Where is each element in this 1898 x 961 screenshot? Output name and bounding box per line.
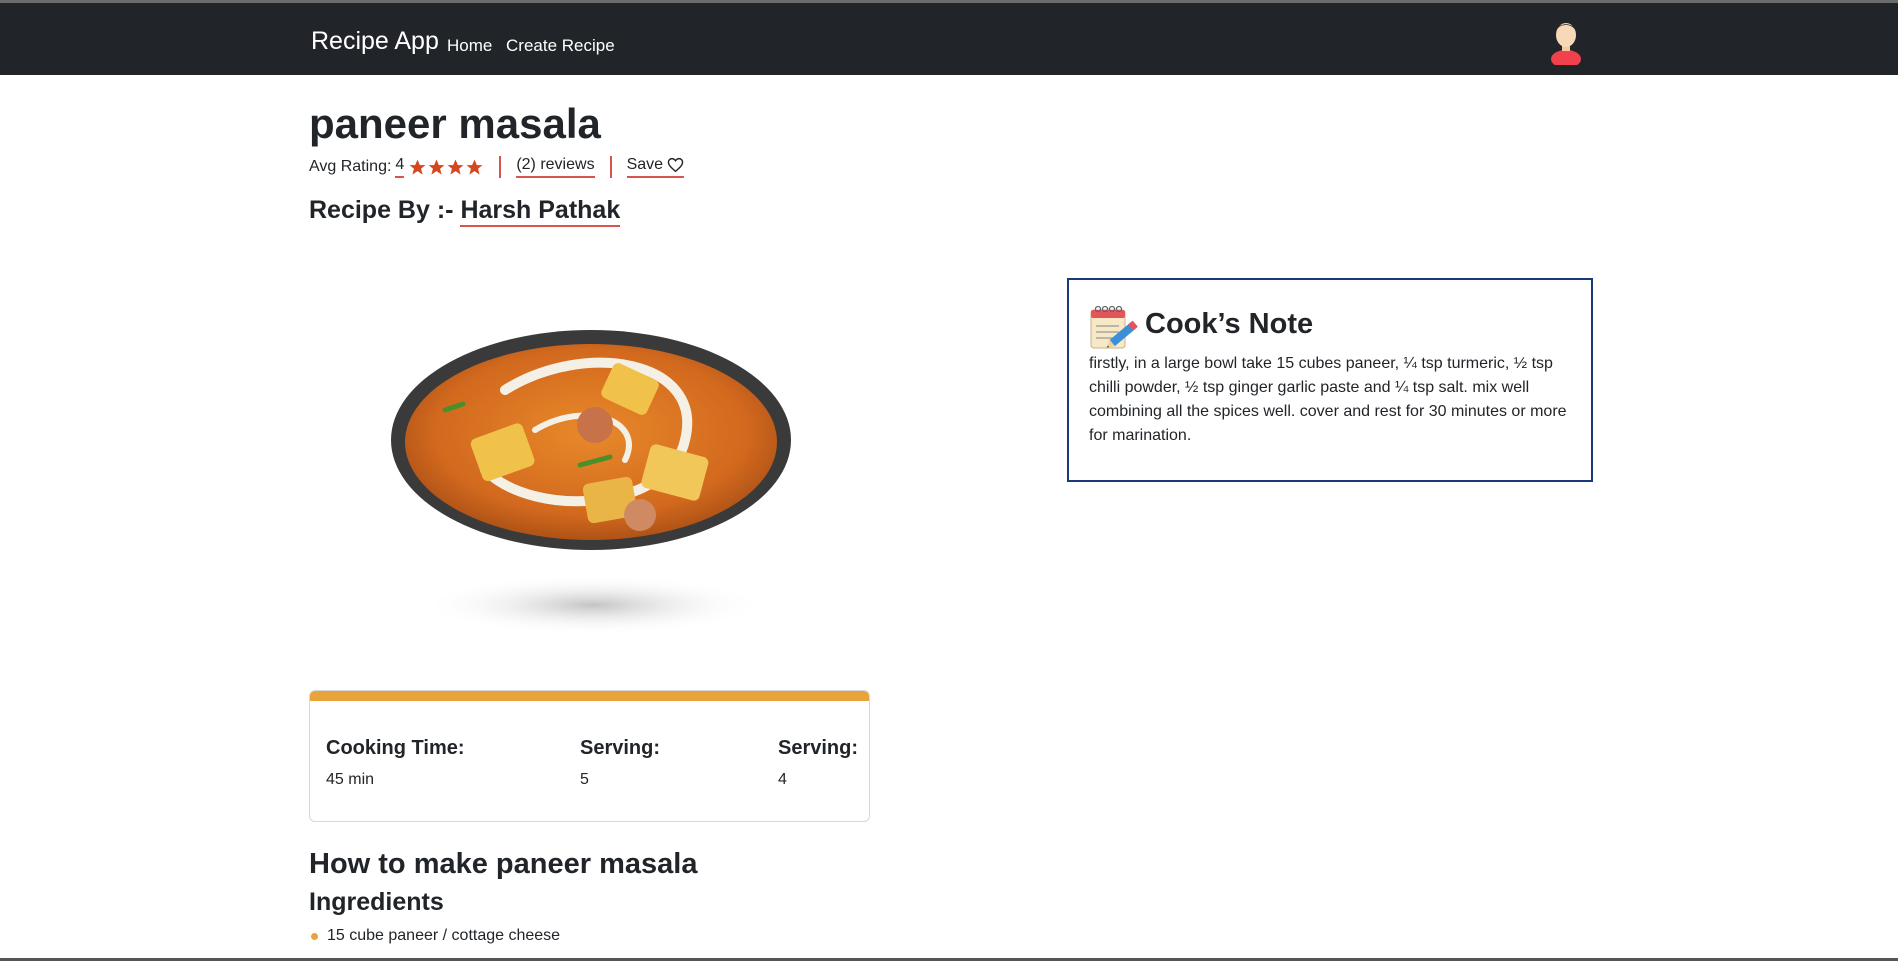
list-item: 15 cube paneer / cottage cheese [311, 925, 560, 947]
serving-label-2: Serving: [778, 737, 859, 759]
user-avatar-icon[interactable] [1546, 17, 1586, 65]
ingredients-heading: Ingredients [309, 888, 444, 916]
divider [609, 156, 612, 178]
star-icon [428, 159, 445, 175]
divider [499, 156, 502, 178]
recipe-title: paneer masala [309, 100, 601, 147]
avg-rating-label: Avg Rating: [309, 158, 392, 175]
cooks-note-card: Cook’s Note firstly, in a large bowl tak… [1067, 278, 1593, 482]
reviews-link[interactable]: (2) reviews [516, 156, 595, 178]
cooking-time-value: 45 min [326, 771, 375, 788]
cooking-time: Cooking Time: 45 min [326, 735, 465, 791]
notepad-pencil-icon [1090, 305, 1138, 349]
serving-1: Serving: 5 [580, 735, 660, 791]
cooking-time-label: Cooking Time: [326, 737, 465, 759]
save-button[interactable]: Save [626, 156, 685, 178]
rating-row: Avg Rating: 4 (2) reviews Save [309, 154, 685, 180]
recipe-info-card: Cooking Time: 45 min Serving: 5 Serving:… [309, 690, 870, 822]
recipe-image [391, 330, 791, 635]
save-label: Save [626, 156, 664, 173]
serving-label-1: Serving: [580, 737, 661, 759]
rating-stars [408, 158, 484, 177]
ingredients-list: 15 cube paneer / cottage cheese [311, 925, 560, 947]
serving-2: Serving: 4 [778, 735, 858, 791]
cooks-note-text: firstly, in a large bowl take 15 cubes p… [1089, 355, 1567, 444]
cooks-note-title: Cook’s Note [1145, 308, 1314, 340]
nav-home-link[interactable]: Home [447, 35, 492, 57]
info-card-accent-bar [310, 691, 869, 701]
nav-create-recipe-link[interactable]: Create Recipe [506, 35, 615, 57]
avg-rating-value: 4 [395, 156, 405, 178]
navbar: Recipe App Home Create Recipe [0, 3, 1898, 75]
star-icon [409, 159, 426, 175]
serving-value-1: 5 [580, 771, 589, 788]
author-link[interactable]: Harsh Pathak [460, 196, 621, 227]
heart-icon [667, 157, 684, 173]
brand-link[interactable]: Recipe App [311, 26, 439, 56]
star-icon [447, 159, 464, 175]
recipe-by: Recipe By :- Harsh Pathak [309, 194, 621, 227]
how-to-title: How to make paneer masala [309, 848, 698, 880]
bullet-icon [311, 932, 318, 940]
serving-value-2: 4 [778, 771, 787, 788]
recipe-by-label: Recipe By :- [309, 196, 454, 224]
ingredient-text: 15 cube paneer / cottage cheese [327, 927, 561, 944]
star-icon [466, 159, 483, 175]
